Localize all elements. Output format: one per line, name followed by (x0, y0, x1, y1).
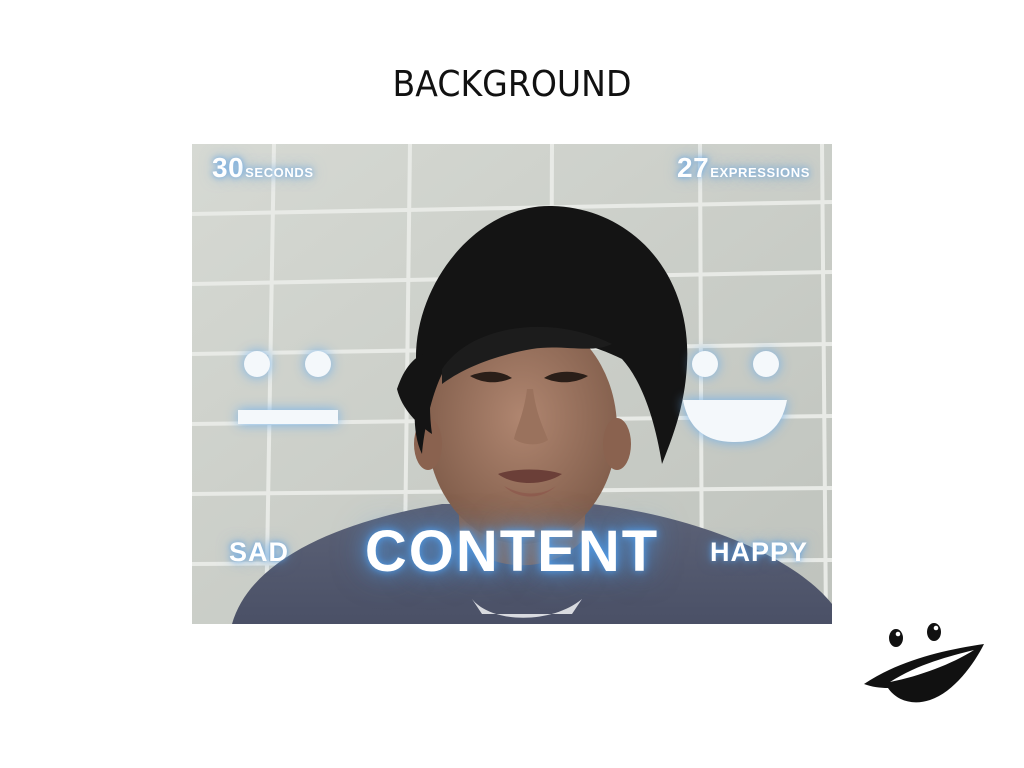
smiling-face-icon (683, 351, 787, 442)
timer-value: 30 (212, 152, 245, 183)
expressions-unit: EXPRESSIONS (710, 165, 810, 180)
slide: BACKGROUND 30SECONDS 27EXPRESSIONS SAD C… (0, 0, 1024, 768)
smile-logo-icon (864, 623, 984, 703)
expressions-value: 27 (677, 152, 710, 183)
happy-label: HAPPY (709, 537, 808, 567)
timer-unit: SECONDS (245, 165, 314, 180)
expressions-readout: 27EXPRESSIONS (677, 152, 810, 184)
timer-readout: 30SECONDS (212, 152, 314, 184)
webcam-frame: 30SECONDS 27EXPRESSIONS SAD CONTENT HAPP… (192, 144, 832, 624)
neutral-face-icon (238, 351, 338, 424)
slide-title: BACKGROUND (392, 64, 632, 105)
